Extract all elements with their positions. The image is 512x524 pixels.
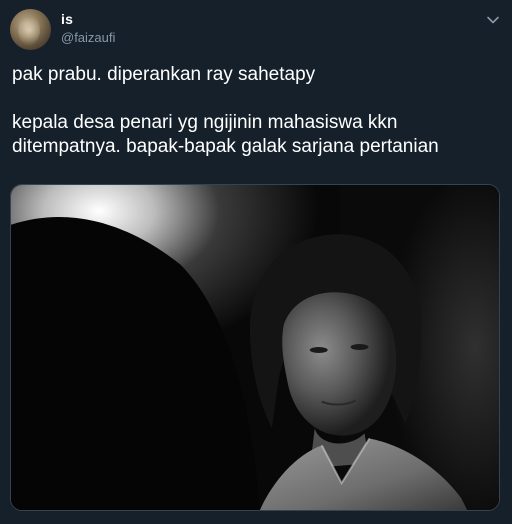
display-name[interactable]: is (61, 11, 73, 27)
tweet-card: is @faizaufi pak prabu. diperankan ray s… (0, 0, 512, 524)
avatar[interactable] (10, 9, 51, 50)
user-handle[interactable]: @faizaufi (61, 30, 115, 45)
tweet-text: pak prabu. diperankan ray sahetapy kepal… (12, 63, 502, 159)
tweet-line: pak prabu. diperankan ray sahetapy (12, 64, 316, 85)
tweet-line: ditempatnya. bapak-bapak galak sarjana p… (12, 136, 439, 157)
tweet-line: kepala desa penari yg ngijinin mahasiswa… (12, 112, 398, 133)
chevron-down-icon[interactable] (485, 12, 501, 28)
tweet-image[interactable] (10, 184, 500, 511)
